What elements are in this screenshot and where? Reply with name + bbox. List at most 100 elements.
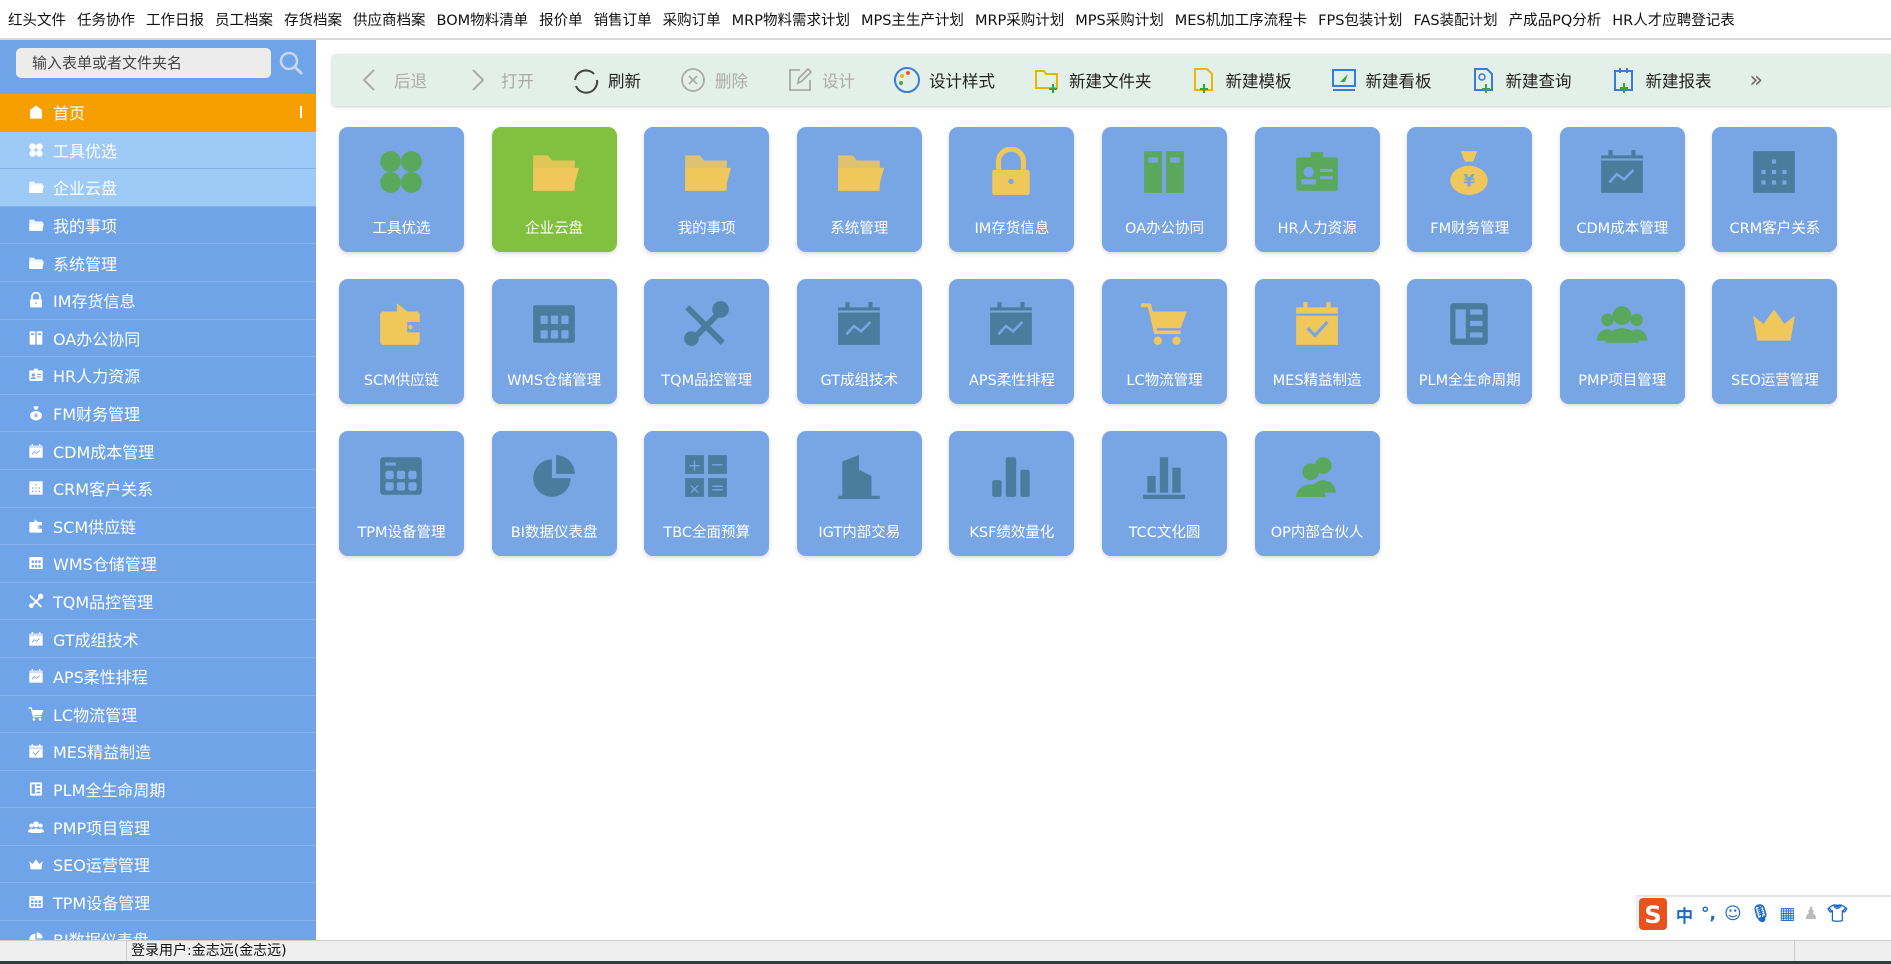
keypad-icon — [532, 305, 575, 343]
app-tile[interactable]: + − × = TBC全面预算 — [644, 431, 770, 556]
app-tile[interactable]: LC物流管理 — [1102, 279, 1227, 404]
top-menu-item[interactable]: MRP物料需求计划 — [732, 9, 850, 30]
lock-icon — [28, 292, 44, 308]
ime-language[interactable]: 中 — [1676, 902, 1693, 927]
app-tile[interactable]: HR人力资源 — [1254, 127, 1380, 252]
toolbar-button[interactable]: 新建看板 — [1330, 66, 1432, 94]
sidebar-item-label: TQM品控管理 — [53, 593, 154, 613]
top-menu-item[interactable]: 产成品PQ分析 — [1509, 9, 1602, 30]
sidebar-item[interactable]: TPM设备管理 — [0, 883, 316, 922]
app-tile[interactable]: IGT内部交易 — [796, 431, 922, 556]
sidebar-item[interactable]: 我的事项 — [0, 207, 316, 245]
sidebar-item[interactable]: SCM供应链 — [0, 508, 316, 546]
top-menu-item[interactable]: 报价单 — [539, 9, 583, 30]
sidebar-item[interactable]: TQM品控管理 — [0, 583, 316, 621]
ime-punctuation[interactable]: °, — [1701, 904, 1716, 924]
calendar-chart-icon — [28, 443, 44, 459]
sidebar-item[interactable]: 企业云盘 — [0, 169, 316, 207]
top-menu-item[interactable]: MES机加工序流程卡 — [1175, 9, 1307, 30]
sidebar-item[interactable]: HR人力资源 — [0, 357, 316, 395]
top-menu-item[interactable]: HR人才应聘登记表 — [1612, 9, 1734, 30]
sidebar-item[interactable]: APS柔性排程 — [0, 658, 316, 696]
top-menu-item[interactable]: 采购订单 — [663, 9, 721, 30]
sidebar-item-label: 我的事项 — [53, 217, 118, 237]
toolbar-more-button[interactable]: » — [1750, 68, 1763, 93]
app-tile[interactable]: 工具优选 — [339, 127, 464, 252]
toolbar-button[interactable]: 新建查询 — [1470, 66, 1572, 94]
sidebar-item[interactable]: 系统管理 — [0, 244, 316, 282]
sidebar-item[interactable]: PMP项目管理 — [0, 808, 316, 846]
sidebar-item[interactable]: LC物流管理 — [0, 696, 316, 734]
sidebar-item[interactable]: CDM成本管理 — [0, 432, 316, 470]
app-tile[interactable]: ¥ FM财务管理 — [1407, 127, 1533, 252]
app-tile[interactable]: 我的事项 — [644, 127, 770, 252]
sidebar-item[interactable]: SEO运营管理 — [0, 846, 316, 884]
toolbar-button[interactable]: 设计样式 — [893, 66, 995, 94]
sidebar-item[interactable]: IM存货信息 — [0, 282, 316, 320]
sidebar-item[interactable]: CRM客户关系 — [0, 470, 316, 508]
top-menu-item[interactable]: MRP采购计划 — [975, 9, 1064, 30]
top-menu-item[interactable]: MPS主生产计划 — [861, 9, 964, 30]
app-tile[interactable]: CRM客户关系 — [1712, 127, 1838, 252]
sidebar-item[interactable]: MES精益制造 — [0, 733, 316, 771]
app-tile[interactable]: SEO运营管理 — [1712, 279, 1838, 404]
top-menu-item[interactable]: 供应商档案 — [353, 9, 426, 30]
sidebar-item[interactable]: OA办公协同 — [0, 320, 316, 358]
sidebar-item[interactable]: GT成组技术 — [0, 620, 316, 658]
top-menu-item[interactable]: FPS包装计划 — [1318, 9, 1402, 30]
sidebar-item[interactable]: ¥ FM财务管理 — [0, 395, 316, 433]
toolbar-button[interactable]: 刷新 — [572, 66, 641, 94]
toolbar-button[interactable]: 新建文件夹 — [1033, 66, 1152, 94]
top-menu-item[interactable]: 红头文件 — [8, 9, 66, 30]
skin-icon[interactable]: 👕︎ — [1827, 904, 1849, 924]
app-tile[interactable]: PMP项目管理 — [1559, 279, 1685, 404]
toolbar-button[interactable]: 新建报表 — [1610, 66, 1712, 94]
app-tile[interactable]: TCC文化圆 — [1102, 431, 1227, 556]
app-tile[interactable]: SCM供应链 — [339, 279, 464, 404]
app-tile[interactable]: BI数据仪表盘 — [491, 431, 617, 556]
top-menu-item[interactable]: 任务协作 — [77, 9, 135, 30]
svg-text:+: + — [688, 456, 702, 475]
sidebar-item[interactable]: 首页 — [0, 94, 316, 132]
app-tile[interactable]: IM存货信息 — [949, 127, 1075, 252]
sogou-logo-icon[interactable]: S — [1638, 897, 1668, 931]
app-tile[interactable]: OP内部合伙人 — [1254, 431, 1380, 556]
emoji-icon[interactable]: ☺ — [1724, 904, 1742, 924]
top-menu-item[interactable]: 员工档案 — [215, 9, 273, 30]
sidebar-item[interactable]: 工具优选 — [0, 131, 316, 170]
app-tile[interactable]: KSF绩效量化 — [949, 431, 1075, 556]
app-tile[interactable]: WMS仓储管理 — [491, 279, 617, 404]
app-tile[interactable]: TQM品控管理 — [644, 279, 770, 404]
app-tile[interactable]: APS柔性排程 — [949, 279, 1075, 404]
search-icon[interactable] — [278, 50, 304, 76]
top-menu-item[interactable]: 存货档案 — [284, 9, 342, 30]
sidebar-item-label: HR人力资源 — [53, 367, 141, 387]
app-tile[interactable]: GT成组技术 — [796, 279, 922, 404]
app-tile[interactable]: 企业云盘 — [491, 127, 617, 252]
app-tile[interactable]: 系统管理 — [796, 127, 922, 252]
toolbar-button[interactable]: 新建模板 — [1190, 66, 1292, 94]
toolbar-button[interactable]: 后退 — [358, 66, 427, 94]
app-tile[interactable]: CDM成本管理 — [1559, 127, 1685, 252]
top-menu-item[interactable]: 销售订单 — [594, 9, 652, 30]
search-input[interactable] — [16, 48, 271, 78]
app-tile[interactable]: PLM全生命周期 — [1407, 279, 1533, 404]
top-menu-item[interactable]: FAS装配计划 — [1413, 9, 1497, 30]
top-menu-item[interactable]: BOM物料清单 — [437, 9, 529, 30]
user-icon[interactable]: ♟ — [1803, 904, 1818, 924]
toolbar-button[interactable]: 删除 — [679, 66, 748, 94]
keyboard-icon[interactable]: ▦ — [1779, 904, 1795, 924]
app-tile[interactable]: MES精益制造 — [1254, 279, 1380, 404]
toolbar-button[interactable]: 打开 — [465, 66, 534, 94]
sidebar-item[interactable]: WMS仓储管理 — [0, 545, 316, 583]
app-tile[interactable]: TPM设备管理 — [339, 431, 464, 556]
sidebar-item[interactable]: BI数据仪表盘 — [0, 921, 316, 940]
app-tile-label: HR人力资源 — [1277, 221, 1357, 237]
sidebar-item[interactable]: PLM全生命周期 — [0, 771, 316, 809]
top-menu-item[interactable]: MPS采购计划 — [1075, 9, 1163, 30]
microphone-icon[interactable]: 🎙︎ — [1750, 904, 1772, 924]
top-menu-item[interactable]: 工作日报 — [146, 9, 204, 30]
toolbar-button[interactable]: 设计 — [786, 66, 855, 94]
app-tile[interactable]: OA办公协同 — [1102, 127, 1227, 252]
toolbar-button-label: 新建看板 — [1365, 72, 1432, 91]
